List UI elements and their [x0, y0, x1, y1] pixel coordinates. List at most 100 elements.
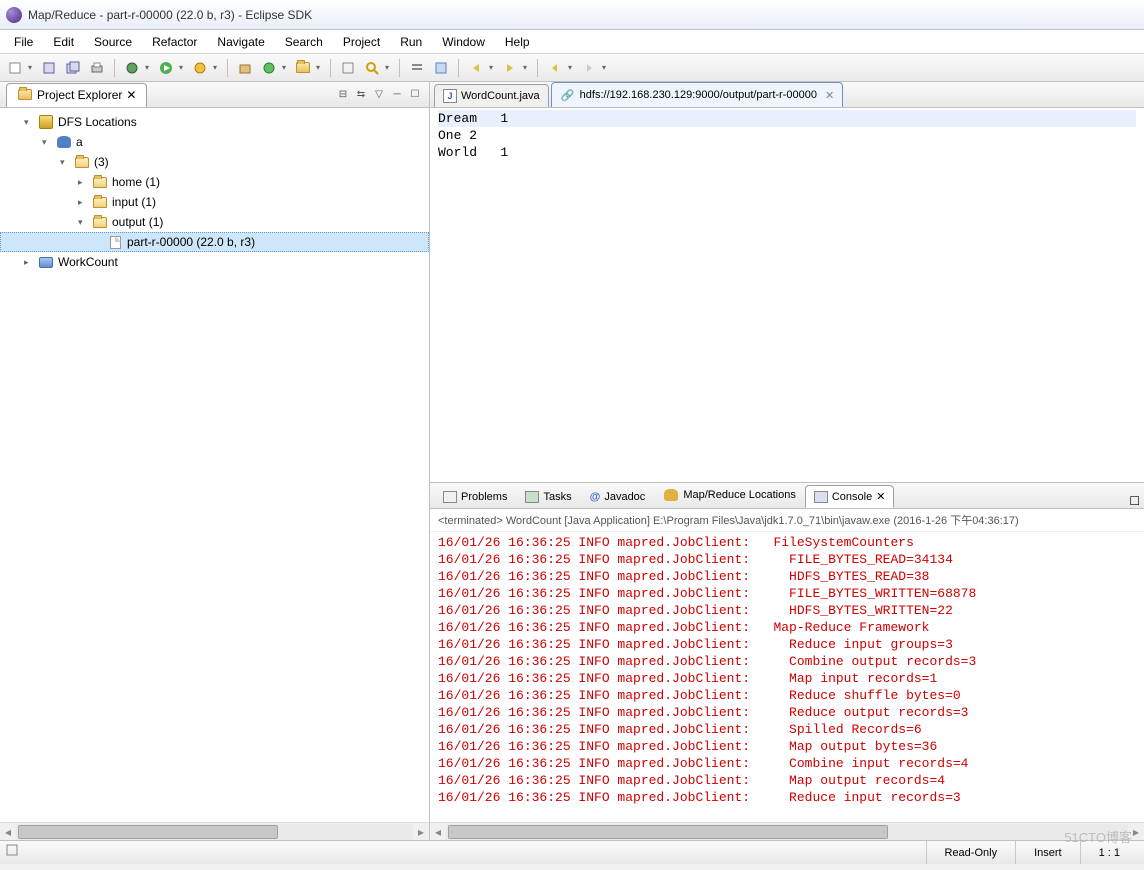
expand-icon[interactable]: ▾ — [60, 157, 70, 168]
dropdown-icon[interactable]: ▾ — [28, 63, 36, 72]
view-menu-button[interactable]: ▽ — [371, 87, 387, 103]
tree-label: WorkCount — [58, 255, 118, 269]
search-button[interactable] — [361, 57, 383, 79]
new-folder-button[interactable] — [292, 57, 314, 79]
dropdown-icon[interactable]: ▾ — [523, 63, 531, 72]
menu-window[interactable]: Window — [432, 33, 495, 51]
save-all-button[interactable] — [62, 57, 84, 79]
collapse-all-button[interactable]: ⊟ — [335, 87, 351, 103]
separator — [458, 59, 459, 77]
menu-project[interactable]: Project — [333, 33, 390, 51]
tab-wordcount[interactable]: J WordCount.java — [434, 84, 549, 107]
tree-dfs-locations[interactable]: ▾ DFS Locations — [0, 112, 429, 132]
open-type-button[interactable] — [337, 57, 359, 79]
tree-file-part[interactable]: part-r-00000 (22.0 b, r3) — [0, 232, 429, 252]
tree-output[interactable]: ▾ output (1) — [0, 212, 429, 232]
debug-button[interactable] — [121, 57, 143, 79]
menu-navigate[interactable]: Navigate — [207, 33, 274, 51]
tab-console[interactable]: Console ✕ — [805, 485, 895, 508]
current-line: Dream 1 — [438, 110, 1136, 127]
menu-run[interactable]: Run — [390, 33, 432, 51]
tab-label: Map/Reduce Locations — [683, 489, 796, 501]
project-icon — [38, 254, 54, 270]
maximize-button[interactable]: ☐ — [1129, 494, 1140, 508]
dropdown-icon[interactable]: ▾ — [282, 63, 290, 72]
dropdown-icon[interactable]: ▾ — [568, 63, 576, 72]
dropdown-icon[interactable]: ▾ — [602, 63, 610, 72]
forward-button[interactable] — [578, 57, 600, 79]
separator — [114, 59, 115, 77]
editor-content[interactable]: Dream 1One 2 World 1 — [430, 108, 1144, 482]
dropdown-icon[interactable]: ▾ — [385, 63, 393, 72]
menu-help[interactable]: Help — [495, 33, 540, 51]
dropdown-icon[interactable]: ▾ — [489, 63, 497, 72]
tab-label: Console — [832, 491, 872, 503]
hscrollbar[interactable]: ◂▸ — [430, 822, 1144, 840]
console-output[interactable]: 16/01/26 16:36:25 INFO mapred.JobClient:… — [430, 532, 1144, 822]
menu-file[interactable]: File — [4, 33, 43, 51]
run-button[interactable] — [155, 57, 177, 79]
back-button[interactable] — [544, 57, 566, 79]
close-icon[interactable]: ✕ — [825, 89, 834, 102]
tree-connection[interactable]: ▾ a — [0, 132, 429, 152]
close-icon[interactable]: ✕ — [876, 490, 885, 503]
hscrollbar[interactable]: ◂▸ — [0, 822, 429, 840]
project-tree[interactable]: ▾ DFS Locations ▾ a ▾ (3) ▸ home (1) ▸ — [0, 108, 429, 822]
workspace: Project Explorer ✕ ⊟ ⇆ ▽ ─ ☐ ▾ DFS Locat… — [0, 82, 1144, 840]
new-class-button[interactable] — [258, 57, 280, 79]
expand-icon[interactable]: ▸ — [78, 197, 88, 208]
menubar: File Edit Source Refactor Navigate Searc… — [0, 30, 1144, 54]
link-editor-button[interactable]: ⇆ — [353, 87, 369, 103]
tree-home[interactable]: ▸ home (1) — [0, 172, 429, 192]
tree-input[interactable]: ▸ input (1) — [0, 192, 429, 212]
next-annotation-button[interactable] — [499, 57, 521, 79]
titlebar: Map/Reduce - part-r-00000 (22.0 b, r3) -… — [0, 0, 1144, 30]
tree-project-workcount[interactable]: ▸ WorkCount — [0, 252, 429, 272]
menu-source[interactable]: Source — [84, 33, 142, 51]
print-button[interactable] — [86, 57, 108, 79]
expand-icon[interactable]: ▾ — [78, 217, 88, 228]
tab-hdfs-output[interactable]: 🔗 hdfs://192.168.230.129:9000/output/par… — [551, 82, 844, 107]
tab-javadoc[interactable]: @Javadoc — [581, 486, 655, 508]
dropdown-icon[interactable]: ▾ — [179, 63, 187, 72]
view-actions: ☐ — [1129, 494, 1140, 508]
pin-button[interactable] — [430, 57, 452, 79]
eclipse-icon — [6, 7, 22, 23]
tab-label: hdfs://192.168.230.129:9000/output/part-… — [580, 89, 817, 101]
toggle-breadcrumb-button[interactable] — [406, 57, 428, 79]
minimize-button[interactable]: ─ — [389, 87, 405, 103]
dropdown-icon[interactable]: ▾ — [316, 63, 324, 72]
expand-icon[interactable]: ▾ — [24, 117, 34, 128]
status-readonly: Read-Only — [926, 841, 1016, 864]
folder-icon — [92, 174, 108, 190]
tab-mapreduce[interactable]: Map/Reduce Locations — [654, 482, 805, 508]
console-header: <terminated> WordCount [Java Application… — [430, 509, 1144, 532]
dropdown-icon[interactable]: ▾ — [213, 63, 221, 72]
maximize-button[interactable]: ☐ — [407, 87, 423, 103]
expand-icon[interactable]: ▾ — [42, 137, 52, 148]
run-last-button[interactable] — [189, 57, 211, 79]
toolbar: ▾ ▾ ▾ ▾ ▾ ▾ ▾ ▾ ▾ ▾ ▾ — [0, 54, 1144, 82]
separator — [399, 59, 400, 77]
dropdown-icon[interactable]: ▾ — [145, 63, 153, 72]
show-perspective-button[interactable] — [6, 844, 24, 862]
navigator-icon — [17, 87, 33, 103]
expand-icon[interactable]: ▸ — [24, 257, 34, 268]
tree-root[interactable]: ▾ (3) — [0, 152, 429, 172]
new-button[interactable] — [4, 57, 26, 79]
close-icon[interactable]: ✕ — [126, 88, 136, 102]
tab-label: WordCount.java — [461, 90, 540, 102]
save-button[interactable] — [38, 57, 60, 79]
tab-problems[interactable]: Problems — [434, 486, 516, 508]
expand-icon[interactable]: ▸ — [78, 177, 88, 188]
last-edit-button[interactable] — [465, 57, 487, 79]
new-package-button[interactable] — [234, 57, 256, 79]
editor-tabs: J WordCount.java 🔗 hdfs://192.168.230.12… — [430, 82, 1144, 108]
tab-tasks[interactable]: Tasks — [516, 486, 580, 508]
menu-search[interactable]: Search — [275, 33, 333, 51]
tree-label: output (1) — [112, 215, 163, 229]
menu-refactor[interactable]: Refactor — [142, 33, 207, 51]
menu-edit[interactable]: Edit — [43, 33, 84, 51]
tree-label: (3) — [94, 155, 109, 169]
project-explorer-tab[interactable]: Project Explorer ✕ — [6, 83, 147, 107]
